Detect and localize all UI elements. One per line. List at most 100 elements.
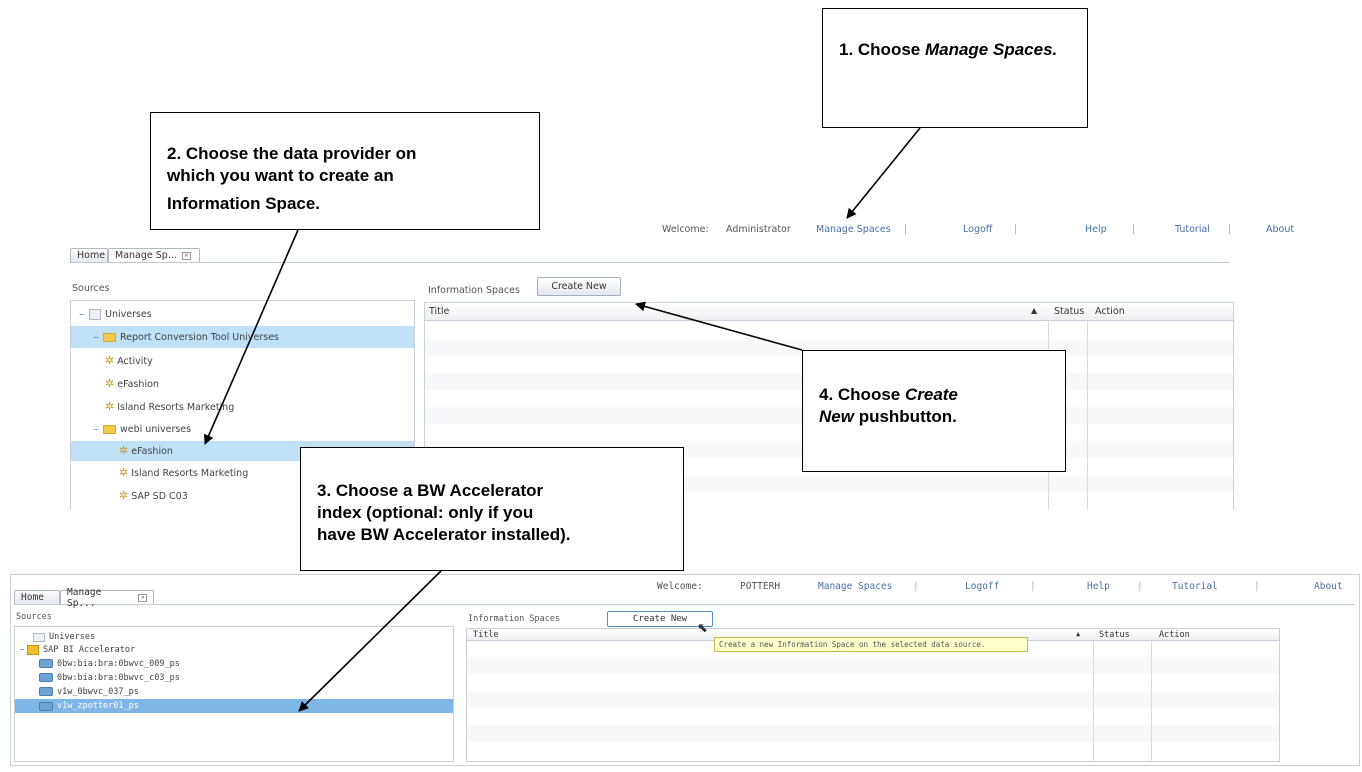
- create-new-tooltip: Create a new Information Space on the se…: [714, 637, 1028, 652]
- sort-ascending-icon[interactable]: ▲: [1076, 630, 1080, 638]
- tab-home-label: Home: [21, 592, 44, 603]
- tree-item-label: eFashion: [117, 378, 159, 390]
- callout-2-line3: Information Space.: [167, 194, 321, 213]
- tab-bar: Home Manage Sp... ×: [14, 587, 1354, 609]
- collapse-icon[interactable]: −: [91, 333, 101, 342]
- tree-item-label: 0bw:bia:bra:0bwvc_c03_ps: [57, 672, 180, 683]
- create-new-button[interactable]: Create New: [537, 277, 621, 296]
- tab-bar: Home Manage Sp... ×: [70, 248, 1230, 263]
- universe-icon: ✲: [105, 377, 115, 390]
- tree-item-efashion[interactable]: ✲ eFashion: [71, 374, 414, 394]
- universe-folder-icon: [33, 632, 45, 642]
- tutorial-link[interactable]: Tutorial: [1175, 224, 1210, 235]
- tree-item-rct-universes[interactable]: − Report Conversion Tool Universes: [71, 326, 414, 348]
- nav-separator: |: [1132, 224, 1136, 235]
- callout-2: 2. Choose the data provider on which you…: [150, 112, 540, 230]
- index-icon: [39, 673, 53, 682]
- tab-manage-spaces[interactable]: Manage Sp... ×: [60, 587, 154, 609]
- universe-icon: ✲: [119, 466, 129, 479]
- action-column-header[interactable]: Action: [1095, 306, 1125, 317]
- tree-item-label: SAP SD C03: [131, 490, 188, 502]
- tree-item-label: webi universes: [120, 423, 192, 435]
- tree-item-island-resorts[interactable]: ✲ Island Resorts Marketing: [71, 397, 414, 417]
- tree-item-label: Activity: [117, 355, 153, 367]
- tree-item-index[interactable]: v1w_0bwvc_037_ps: [15, 685, 453, 698]
- tree-item-label: Island Resorts Marketing: [131, 467, 249, 479]
- callout-3-line3: have BW Accelerator installed).: [317, 525, 571, 544]
- callout-4-emphasis-1: Create: [904, 385, 958, 404]
- about-link[interactable]: About: [1266, 224, 1294, 235]
- tab-manage-spaces[interactable]: Manage Sp... ×: [108, 248, 200, 262]
- callout-4-text: 4. Choose: [819, 385, 905, 404]
- callout-2-line1: 2. Choose the data provider on: [167, 144, 417, 163]
- tree-item-index[interactable]: 0bw:bia:bra:0bwvc_c03_ps: [15, 671, 453, 684]
- collapse-icon[interactable]: −: [91, 425, 101, 434]
- callout-4-emphasis-2: New: [819, 407, 854, 426]
- tab-manage-label: Manage Sp...: [115, 250, 177, 261]
- tab-manage-label: Manage Sp...: [67, 586, 102, 609]
- title-column-header[interactable]: Title: [473, 630, 499, 640]
- cursor-icon: ⬉: [697, 621, 708, 636]
- grid-header: Title ▲ Status Action: [425, 303, 1233, 321]
- close-tab-icon[interactable]: ×: [138, 593, 147, 602]
- information-spaces-label: Information Spaces: [468, 614, 561, 624]
- tree-item-label: Universes: [105, 308, 152, 320]
- callout-4: 4. Choose Create New pushbutton.: [802, 350, 1066, 472]
- tree-item-sap-bi-accelerator[interactable]: − SAP BI Accelerator: [15, 643, 453, 656]
- tab-home-label: Home: [77, 250, 106, 261]
- tab-home[interactable]: Home: [70, 248, 108, 262]
- tree-item-label: Universes: [49, 632, 96, 642]
- tree-item-webi-universes[interactable]: − webi universes: [71, 419, 414, 439]
- nav-separator: |: [904, 224, 908, 235]
- index-icon: [39, 701, 53, 711]
- tree-item-index[interactable]: 0bw:bia:bra:0bwvc_009_ps: [15, 657, 453, 670]
- folder-icon: [103, 332, 116, 342]
- nav-separator: |: [1228, 224, 1232, 235]
- universe-icon: ✲: [119, 489, 129, 502]
- logoff-link[interactable]: Logoff: [963, 224, 992, 235]
- user-name: Administrator: [726, 224, 791, 235]
- help-link[interactable]: Help: [1085, 224, 1107, 235]
- sources-tree: Universes − SAP BI Accelerator 0bw:bia:br…: [14, 626, 454, 762]
- callout-3-line1: 3. Choose a BW Accelerator: [317, 481, 544, 500]
- tree-item-label: v1w_zpotter01_ps: [57, 701, 139, 711]
- tree-item-index-selected[interactable]: v1w_zpotter01_ps: [15, 699, 453, 713]
- tab-home[interactable]: Home: [14, 590, 60, 604]
- sources-label: Sources: [16, 612, 52, 622]
- callout-1-text: 1. Choose: [839, 40, 925, 59]
- collapse-icon[interactable]: −: [77, 310, 87, 319]
- callout-3-line2: index (optional: only if you: [317, 503, 534, 522]
- nav-separator: |: [1014, 224, 1018, 235]
- collapse-icon[interactable]: −: [17, 645, 27, 654]
- status-column-header[interactable]: Status: [1099, 630, 1130, 640]
- status-column-header[interactable]: Status: [1054, 306, 1084, 317]
- universe-folder-icon: [89, 308, 101, 320]
- sources-label: Sources: [72, 283, 110, 294]
- index-icon: [39, 687, 53, 696]
- callout-4-text-2: pushbutton.: [853, 407, 957, 426]
- callout-1: 1. Choose Manage Spaces.: [822, 8, 1088, 128]
- tree-item-label: Report Conversion Tool Universes: [120, 331, 279, 343]
- accelerator-icon: [27, 644, 39, 655]
- manage-spaces-link[interactable]: Manage Spaces: [816, 224, 891, 235]
- tree-item-label: eFashion: [131, 445, 173, 457]
- action-column-header[interactable]: Action: [1159, 630, 1190, 640]
- universe-icon: ✲: [119, 444, 129, 457]
- tree-item-label: SAP BI Accelerator: [43, 644, 136, 655]
- universe-icon: ✲: [105, 354, 115, 367]
- tree-item-activity[interactable]: ✲ Activity: [71, 351, 414, 371]
- universe-icon: ✲: [105, 400, 115, 413]
- sort-ascending-icon[interactable]: ▲: [1031, 306, 1037, 315]
- tree-item-label: Island Resorts Marketing: [117, 401, 235, 413]
- close-tab-icon[interactable]: ×: [181, 251, 191, 260]
- tree-item-universes[interactable]: Universes: [15, 631, 453, 643]
- tree-item-label: v1w_0bwvc_037_ps: [57, 686, 139, 697]
- index-icon: [39, 659, 53, 668]
- callout-1-emphasis: Manage Spaces.: [924, 40, 1058, 59]
- folder-icon: [103, 424, 116, 434]
- arrow-1: [846, 127, 921, 219]
- tree-item-universes[interactable]: − Universes: [71, 305, 414, 323]
- welcome-label: Welcome:: [662, 224, 709, 235]
- information-spaces-label: Information Spaces: [428, 285, 520, 296]
- title-column-header[interactable]: Title: [429, 306, 449, 317]
